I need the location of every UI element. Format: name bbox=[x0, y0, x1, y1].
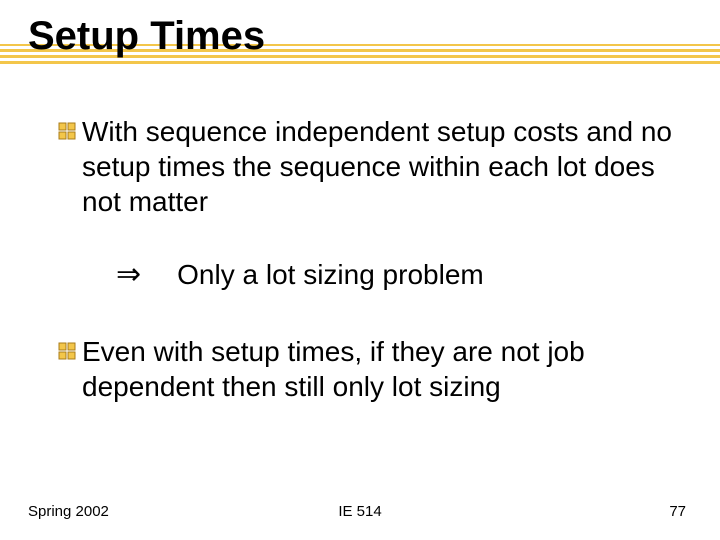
implication-row: ⇒ Only a lot sizing problem bbox=[116, 257, 672, 292]
bullet-item: Even with setup times, if they are not j… bbox=[56, 334, 672, 404]
content-area: With sequence independent setup costs an… bbox=[0, 59, 720, 404]
slide-title: Setup Times bbox=[28, 14, 265, 58]
implies-icon: ⇒ bbox=[116, 257, 141, 292]
slide: Setup Times With sequence independent se… bbox=[0, 0, 720, 540]
window-icon bbox=[56, 337, 78, 365]
footer-page-number: 77 bbox=[669, 503, 686, 520]
window-icon bbox=[56, 117, 78, 145]
footer: Spring 2002 IE 514 77 bbox=[0, 503, 720, 520]
bullet-item: With sequence independent setup costs an… bbox=[56, 114, 672, 219]
bullet-text: Even with setup times, if they are not j… bbox=[82, 334, 672, 404]
footer-center: IE 514 bbox=[338, 503, 381, 520]
footer-left: Spring 2002 bbox=[28, 503, 109, 520]
bullet-text: With sequence independent setup costs an… bbox=[82, 114, 672, 219]
title-area: Setup Times bbox=[0, 0, 720, 59]
implication-text: Only a lot sizing problem bbox=[177, 259, 484, 291]
